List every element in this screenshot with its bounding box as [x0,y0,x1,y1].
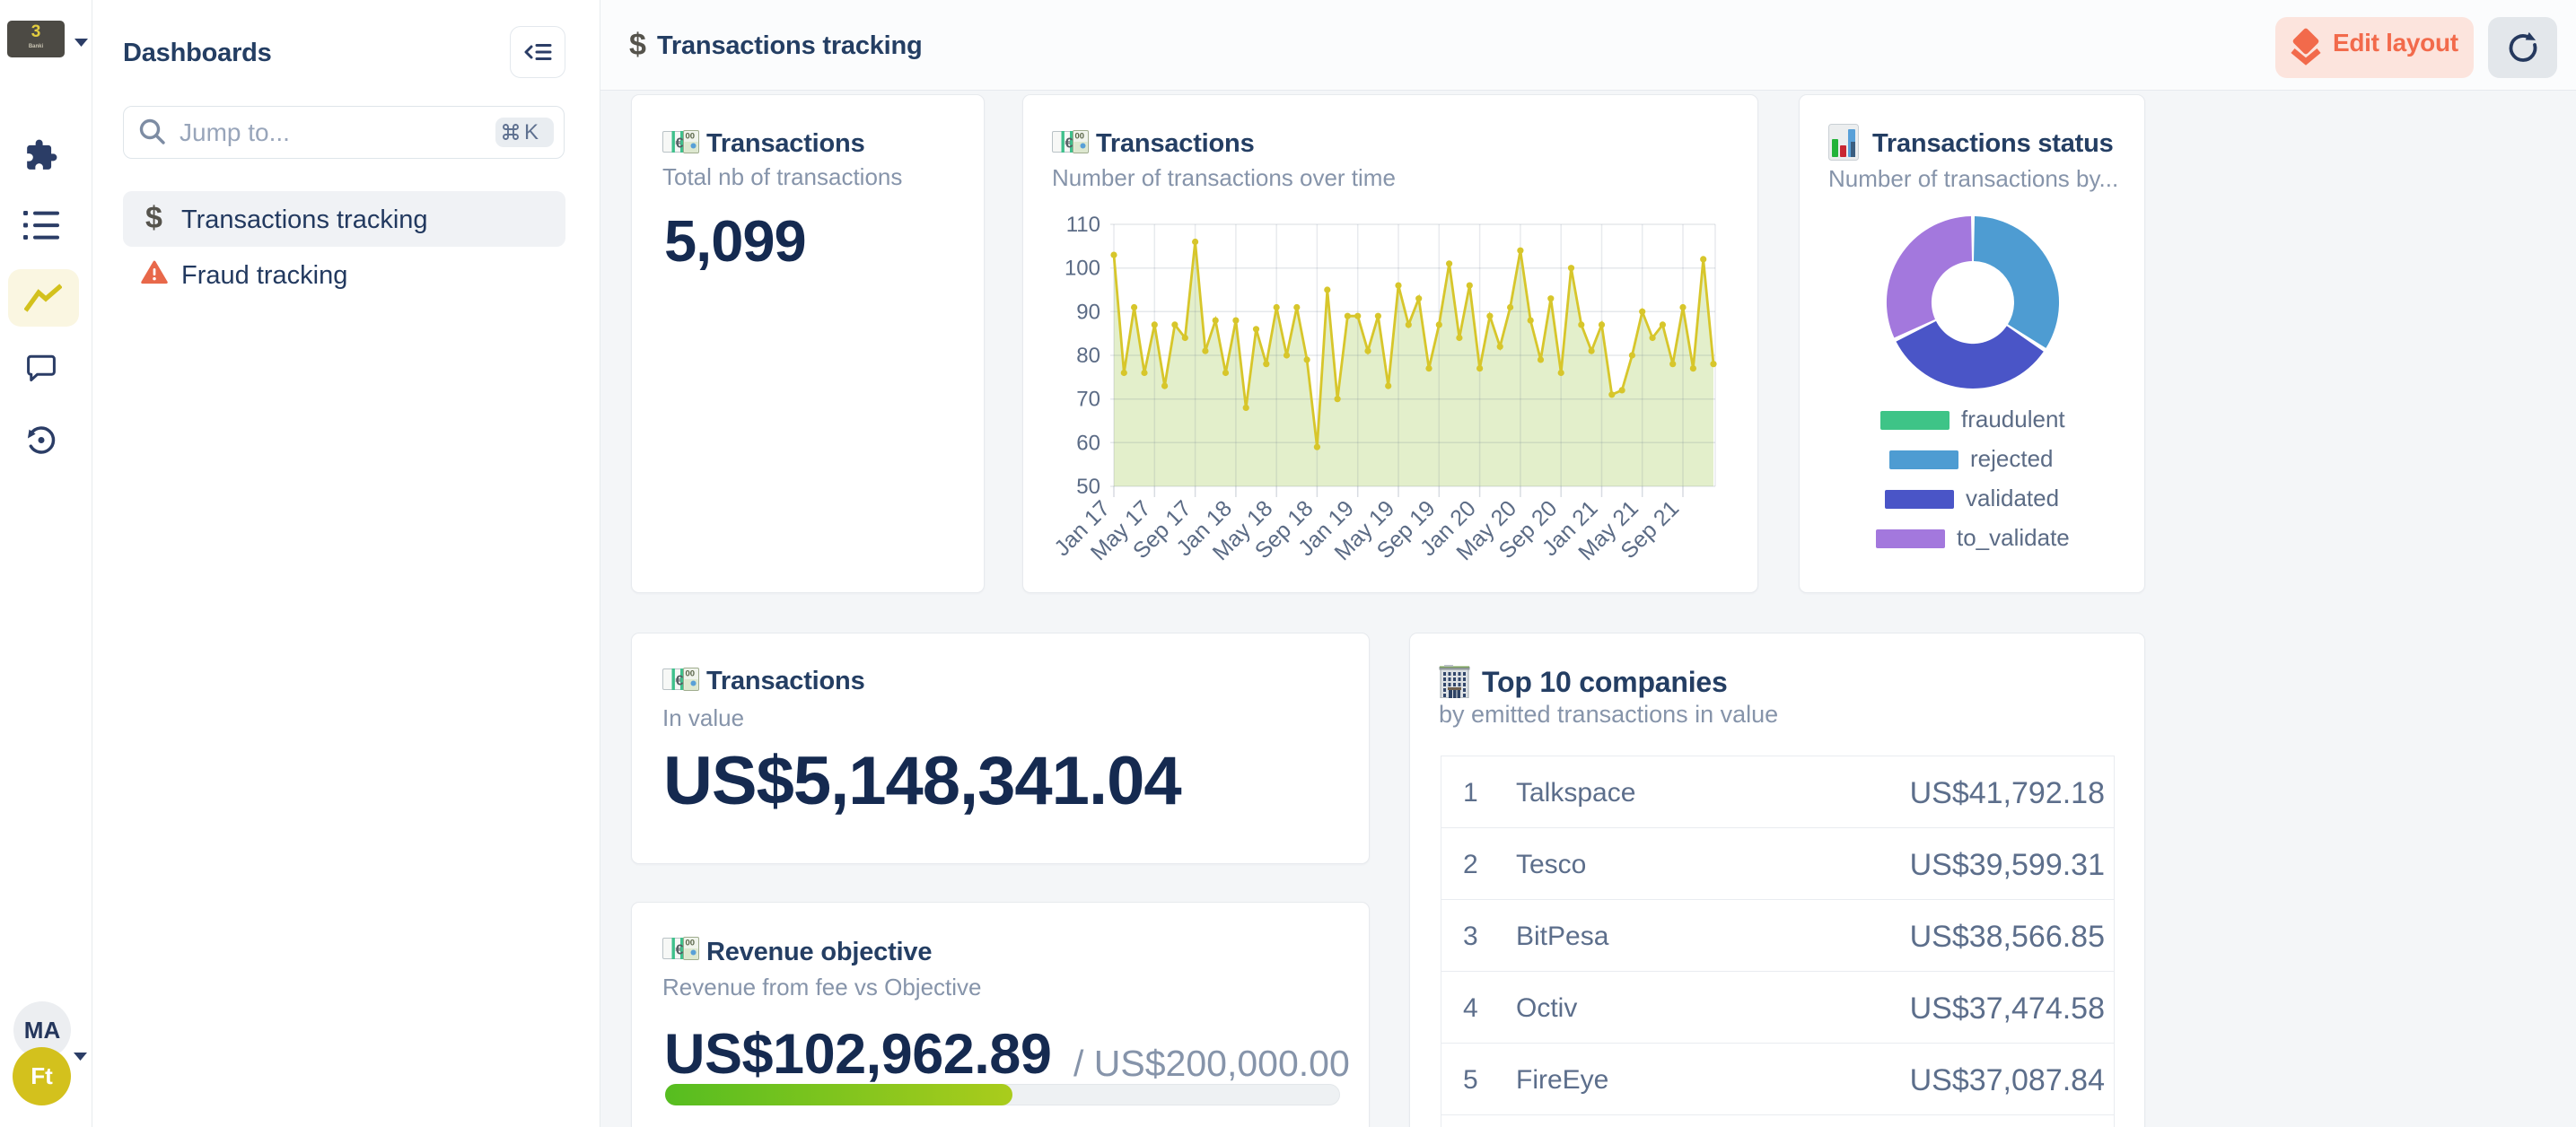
svg-text:90: 90 [1076,300,1100,324]
svg-text:€: € [1065,136,1073,152]
svg-text:€: € [676,943,684,958]
svg-text:00: 00 [1075,132,1085,142]
svg-text:50: 50 [1076,475,1100,499]
svg-text:00: 00 [686,669,696,679]
svg-text:110: 110 [1066,213,1100,237]
svg-text:60: 60 [1076,431,1100,455]
svg-text:00: 00 [686,939,696,948]
svg-text:€: € [676,136,684,152]
svg-text:00: 00 [686,132,696,142]
svg-text:70: 70 [1076,388,1100,412]
svg-text:€: € [676,674,684,689]
svg-text:80: 80 [1076,344,1100,368]
svg-text:100: 100 [1065,257,1100,281]
